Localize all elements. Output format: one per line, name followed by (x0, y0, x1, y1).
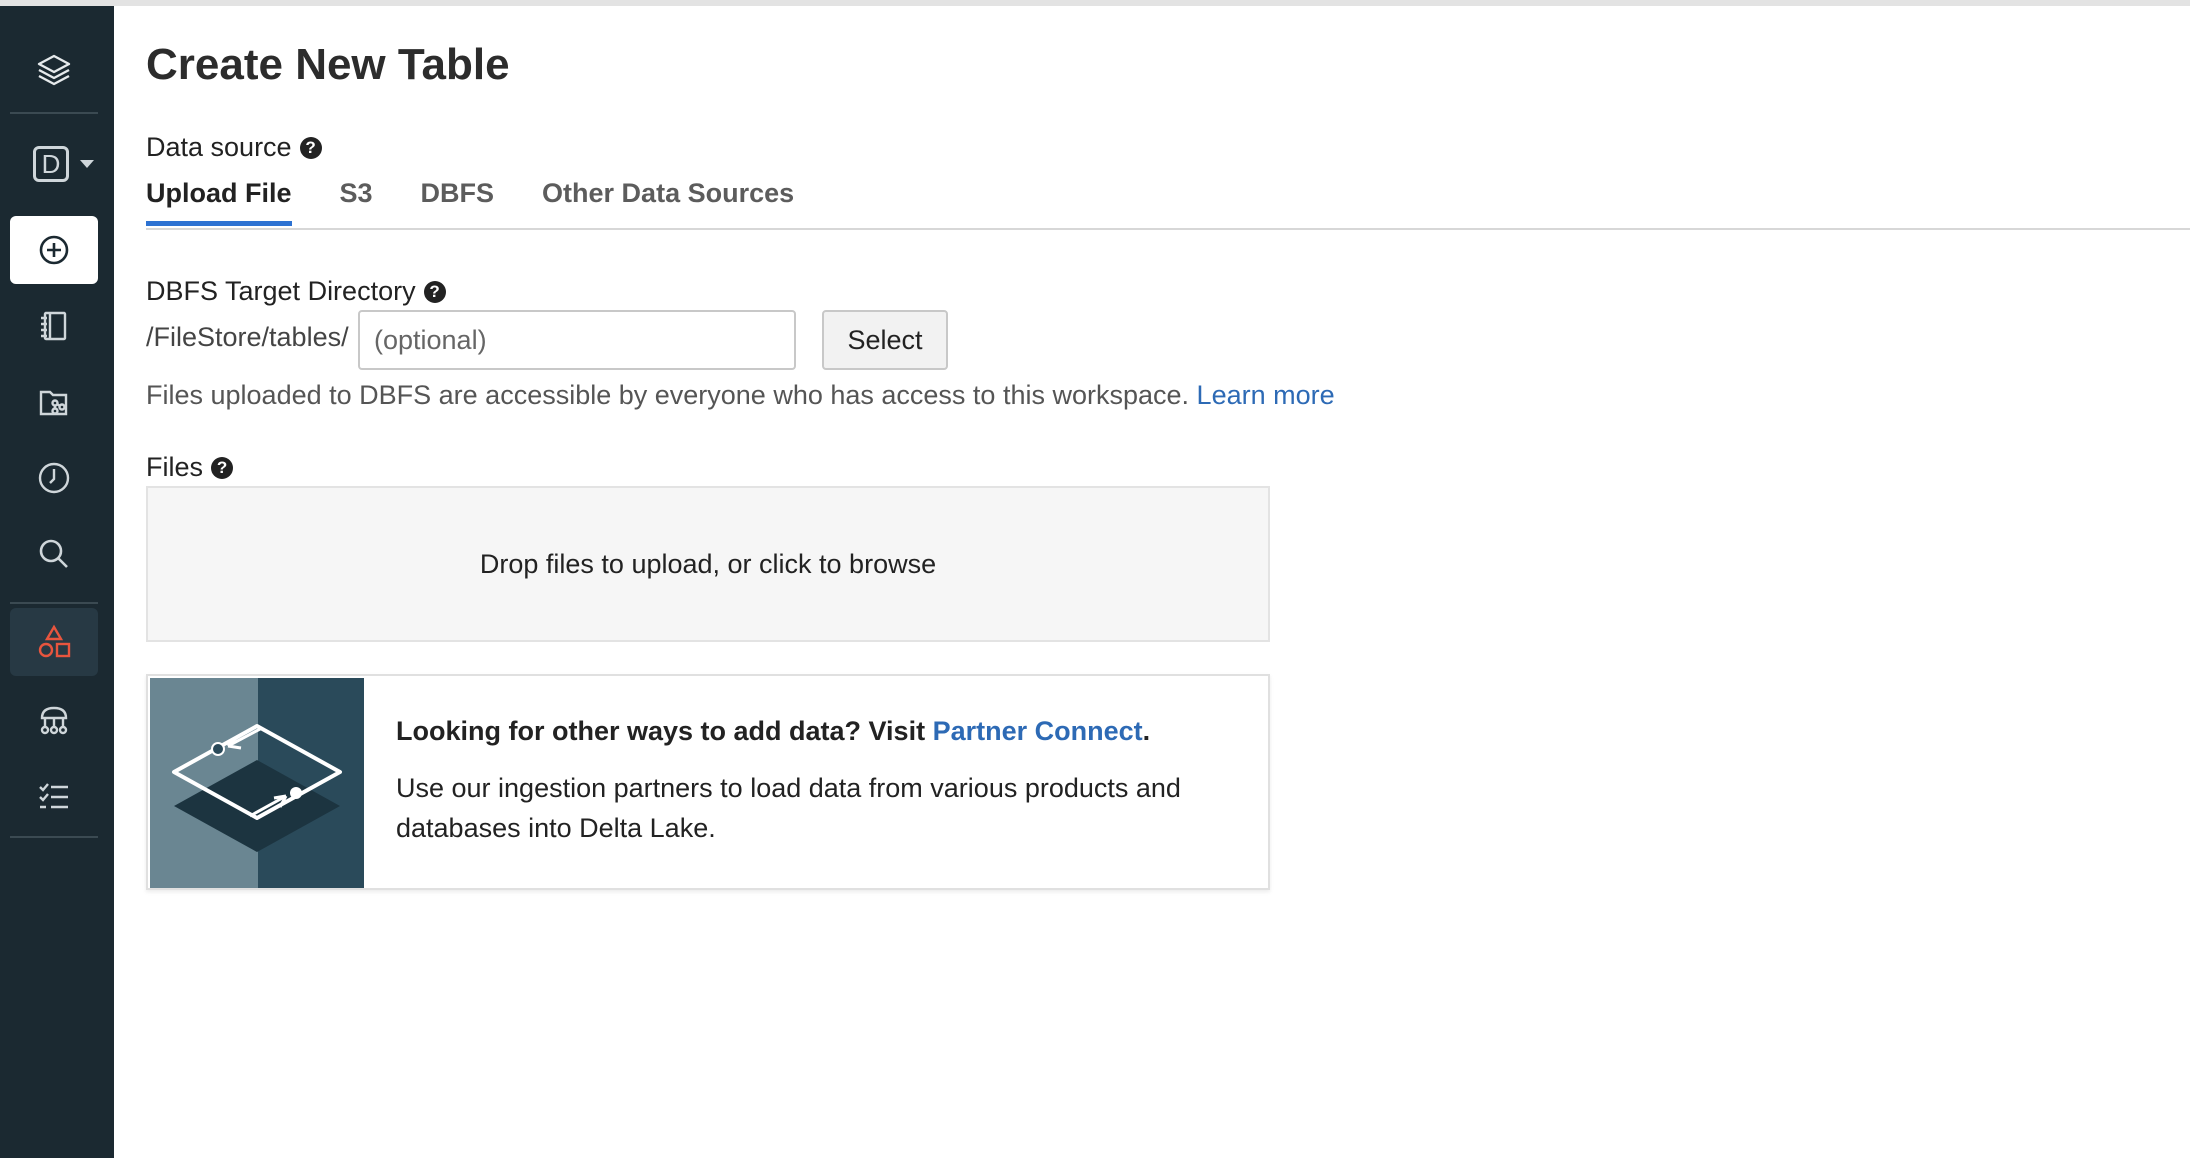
files-label-text: Files (146, 452, 204, 482)
recents-clock-icon[interactable] (10, 444, 98, 512)
learn-more-link[interactable]: Learn more (1197, 380, 1335, 410)
tab-other-data-sources[interactable]: Other Data Sources (542, 178, 794, 226)
notebook-icon[interactable] (10, 292, 98, 360)
tab-upload-file[interactable]: Upload File (146, 178, 292, 226)
tab-dbfs[interactable]: DBFS (421, 178, 495, 226)
sidebar-divider (10, 112, 98, 114)
logo-layers-icon[interactable] (10, 36, 98, 104)
sidebar-divider (10, 836, 98, 838)
repos-icon[interactable] (10, 368, 98, 436)
jobs-checklist-icon[interactable] (10, 762, 98, 830)
tab-s3[interactable]: S3 (340, 178, 373, 226)
workspace-letter: D (33, 146, 69, 182)
partner-connect-link[interactable]: Partner Connect (933, 716, 1143, 746)
tabs-divider (146, 228, 2190, 230)
partner-connect-illustration (150, 678, 364, 888)
partner-title-prefix: Looking for other ways to add data? Visi… (396, 716, 933, 746)
dbfs-access-note-text: Files uploaded to DBFS are accessible by… (146, 380, 1190, 410)
partner-connect-title: Looking for other ways to add data? Visi… (396, 716, 1150, 747)
data-shapes-icon[interactable] (10, 608, 98, 676)
help-icon[interactable]: ? (211, 456, 234, 479)
dropzone-text: Drop files to upload, or click to browse (479, 548, 937, 579)
dbfs-path-prefix: /FileStore/tables/ (146, 322, 349, 352)
create-button[interactable] (10, 216, 98, 284)
select-button[interactable]: Select (822, 310, 948, 370)
page-title: Create New Table (146, 40, 510, 89)
data-source-tabs: Upload File S3 DBFS Other Data Sources (146, 178, 794, 226)
top-border (0, 0, 2190, 6)
compute-cluster-icon[interactable] (10, 686, 98, 754)
file-dropzone[interactable]: Drop files to upload, or click to browse (146, 486, 1270, 642)
dbfs-access-note: Files uploaded to DBFS are accessible by… (146, 380, 1335, 411)
sidebar-divider (10, 602, 98, 604)
dbfs-target-label: DBFS Target Directory ? (146, 276, 446, 307)
dbfs-target-label-text: DBFS Target Directory (146, 276, 416, 306)
partner-connect-description: Use our ingestion partners to load data … (396, 773, 1181, 843)
help-icon[interactable]: ? (423, 280, 446, 303)
dbfs-directory-input[interactable] (358, 310, 796, 370)
search-icon[interactable] (10, 520, 98, 588)
files-label: Files ? (146, 452, 234, 483)
data-source-label: Data source ? (146, 132, 322, 163)
help-icon[interactable]: ? (299, 136, 322, 159)
data-source-label-text: Data source (146, 132, 292, 162)
sidebar: D (0, 6, 114, 1158)
chevron-down-icon (80, 160, 94, 168)
partner-title-suffix: . (1142, 716, 1151, 746)
partner-connect-card: Looking for other ways to add data? Visi… (146, 674, 1270, 890)
